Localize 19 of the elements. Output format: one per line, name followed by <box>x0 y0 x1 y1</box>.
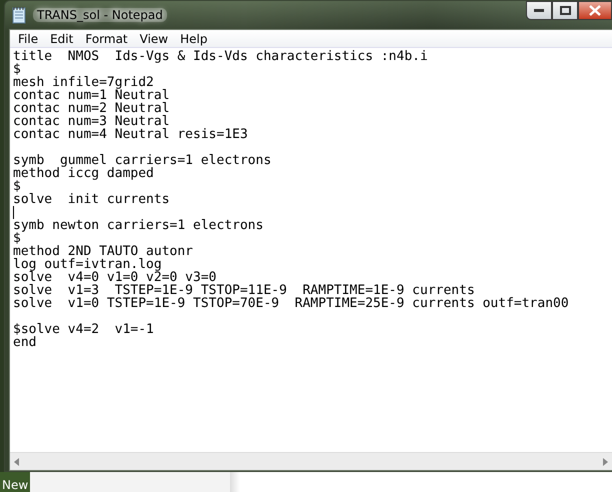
horizontal-scrollbar[interactable] <box>10 452 612 470</box>
maximize-button[interactable] <box>552 1 578 20</box>
maximize-icon <box>560 6 570 15</box>
code-text: symb newton carriers=1 electrons $ method 2ND TAUTO autonr log outf=ivtran.log solve v4=0 v1=0 v2=0 v3=0 solve v1=3 TSTEP=1E-9 TSTOP=11E-9 RAMPTIME=1E-9 currents solve v1=0 TSTEP=1E-9 TSTOP=70E-9 RAMPTIME=25E-9 currents outf=tran00 $solve v4=2 v1=-1 end <box>13 219 570 349</box>
scroll-left-icon[interactable] <box>14 458 19 466</box>
menu-item[interactable]: Help <box>174 32 214 46</box>
menu-item[interactable]: Edit <box>44 32 80 46</box>
close-button[interactable] <box>578 1 612 20</box>
menu-item[interactable]: File <box>12 32 44 46</box>
scroll-right-icon[interactable] <box>603 458 608 466</box>
taskbar-label: New <box>0 478 30 492</box>
code-text: title NMOS Ids-Vgs & Ids-Vds characteristics :n4b.i $ mesh infile=7grid2 contac num=1 Neutral contac num=2 Neutral contac num=3 Neutral contac num=4 Neutral resis=1E3 symb gummel carriers=1 electrons method iccg damped $ solve init currents <box>13 50 429 206</box>
text-cursor <box>13 206 14 219</box>
minimize-icon <box>534 8 544 12</box>
close-icon <box>589 5 601 16</box>
menu-item[interactable]: View <box>134 32 174 46</box>
notepad-icon <box>11 6 27 24</box>
menu-item[interactable]: Format <box>79 32 134 46</box>
minimize-button[interactable] <box>526 1 552 20</box>
